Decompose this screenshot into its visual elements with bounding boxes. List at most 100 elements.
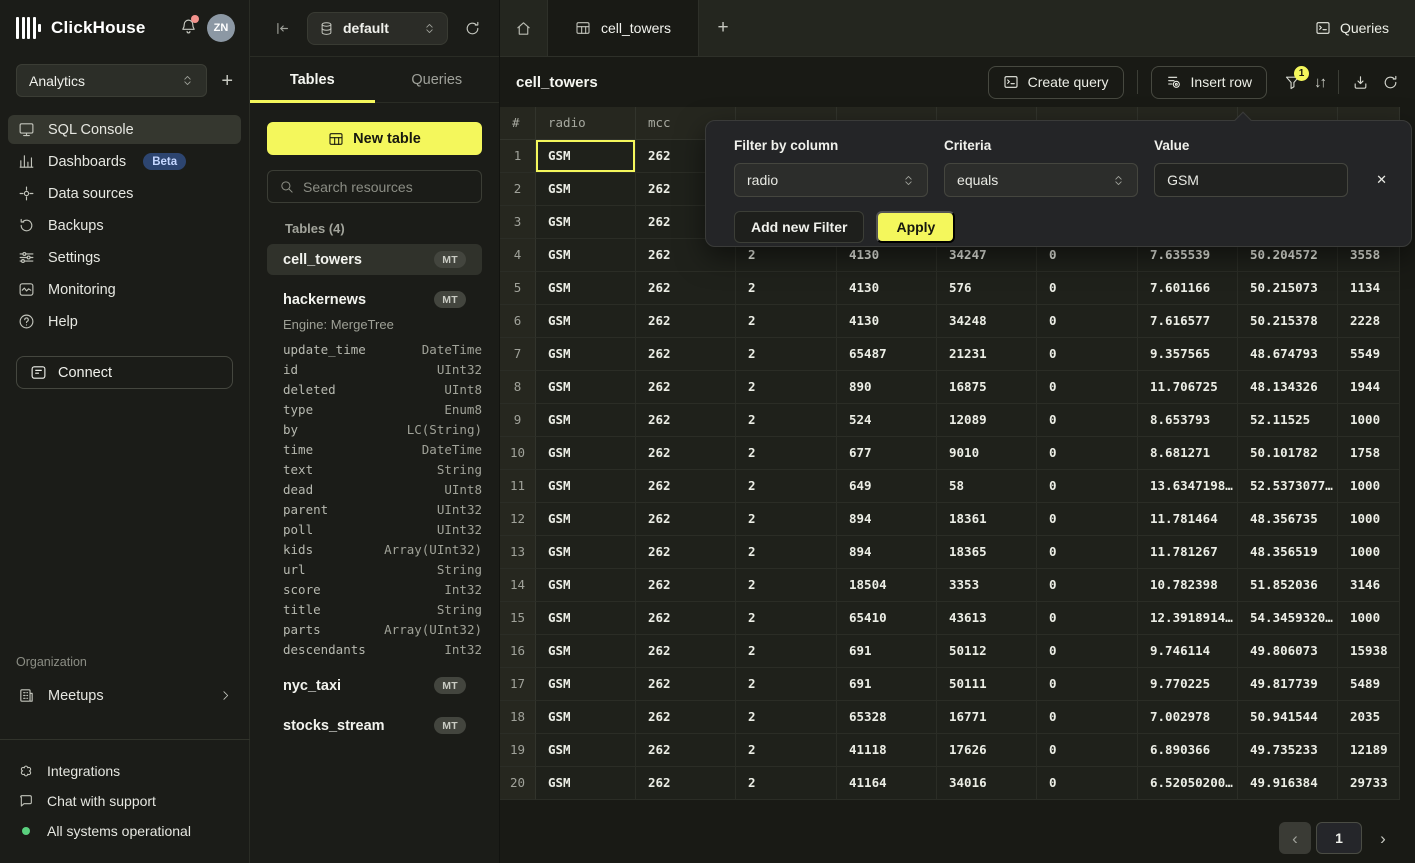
- queries-button[interactable]: Queries: [1289, 0, 1415, 56]
- table-cell[interactable]: 576: [937, 272, 1037, 305]
- table-cell[interactable]: 58: [937, 470, 1037, 503]
- table-cell[interactable]: GSM: [536, 272, 636, 305]
- table-cell[interactable]: 0: [1037, 404, 1138, 437]
- table-cell[interactable]: 65487: [837, 338, 937, 371]
- row-number[interactable]: 1: [500, 140, 536, 173]
- table-cell[interactable]: 34248: [937, 305, 1037, 338]
- table-cell[interactable]: GSM: [536, 536, 636, 569]
- table-cell[interactable]: 262: [636, 305, 736, 338]
- search-resources-box[interactable]: [267, 170, 482, 203]
- table-cell[interactable]: 262: [636, 767, 736, 800]
- table-cell[interactable]: 524: [837, 404, 937, 437]
- tab-tables[interactable]: Tables: [250, 57, 375, 102]
- table-cell[interactable]: 34016: [937, 767, 1037, 800]
- table-cell[interactable]: 262: [636, 371, 736, 404]
- table-cell[interactable]: 262: [636, 437, 736, 470]
- table-cell[interactable]: 649: [837, 470, 937, 503]
- table-cell[interactable]: 49.735233: [1238, 734, 1338, 767]
- table-cell[interactable]: 5549: [1338, 338, 1400, 371]
- table-cell[interactable]: 29733: [1338, 767, 1400, 800]
- table-cell[interactable]: 262: [636, 668, 736, 701]
- sidebar-item-data-sources[interactable]: Data sources: [8, 179, 241, 208]
- table-cell[interactable]: 691: [837, 635, 937, 668]
- tab-queries[interactable]: Queries: [375, 57, 500, 102]
- table-cell[interactable]: 49.916384: [1238, 767, 1338, 800]
- next-page-button[interactable]: ›: [1367, 822, 1399, 854]
- table-cell[interactable]: 9.746114: [1138, 635, 1238, 668]
- table-cell[interactable]: 0: [1037, 272, 1138, 305]
- table-cell[interactable]: 7.616577: [1138, 305, 1238, 338]
- table-cell[interactable]: GSM: [536, 140, 636, 173]
- table-cell[interactable]: 65328: [837, 701, 937, 734]
- table-cell[interactable]: 2: [736, 272, 837, 305]
- row-number[interactable]: 8: [500, 371, 536, 404]
- table-cell[interactable]: GSM: [536, 602, 636, 635]
- row-number[interactable]: 18: [500, 701, 536, 734]
- table-cell[interactable]: 52.5373077…: [1238, 470, 1338, 503]
- table-cell[interactable]: 50.101782: [1238, 437, 1338, 470]
- table-cell[interactable]: GSM: [536, 239, 636, 272]
- table-cell[interactable]: 0: [1037, 767, 1138, 800]
- row-number[interactable]: 9: [500, 404, 536, 437]
- row-number[interactable]: 7: [500, 338, 536, 371]
- table-cell[interactable]: 262: [636, 404, 736, 437]
- filter-value-field[interactable]: [1154, 163, 1348, 197]
- table-cell[interactable]: 52.11525: [1238, 404, 1338, 437]
- table-cell[interactable]: 2: [736, 668, 837, 701]
- search-input[interactable]: [303, 179, 470, 195]
- table-cell[interactable]: GSM: [536, 701, 636, 734]
- filter-button[interactable]: 1: [1284, 74, 1301, 91]
- table-cell[interactable]: 890: [837, 371, 937, 404]
- table-cell[interactable]: 262: [636, 536, 736, 569]
- table-list-item-cell-towers[interactable]: cell_towers MT: [267, 244, 482, 275]
- table-cell[interactable]: 49.806073: [1238, 635, 1338, 668]
- table-cell[interactable]: 0: [1037, 602, 1138, 635]
- table-cell[interactable]: 50.941544: [1238, 701, 1338, 734]
- table-cell[interactable]: 2228: [1338, 305, 1400, 338]
- table-cell[interactable]: 2: [736, 635, 837, 668]
- table-cell[interactable]: 0: [1037, 635, 1138, 668]
- table-cell[interactable]: 9.770225: [1138, 668, 1238, 701]
- table-cell[interactable]: GSM: [536, 206, 636, 239]
- row-number[interactable]: 17: [500, 668, 536, 701]
- table-cell[interactable]: 677: [837, 437, 937, 470]
- table-cell[interactable]: 11.781464: [1138, 503, 1238, 536]
- row-number[interactable]: 3: [500, 206, 536, 239]
- table-cell[interactable]: 262: [636, 470, 736, 503]
- table-cell[interactable]: 48.134326: [1238, 371, 1338, 404]
- table-cell[interactable]: 16875: [937, 371, 1037, 404]
- table-cell[interactable]: 49.817739: [1238, 668, 1338, 701]
- table-cell[interactable]: 4130: [837, 305, 937, 338]
- row-number[interactable]: 11: [500, 470, 536, 503]
- table-cell[interactable]: 9010: [937, 437, 1037, 470]
- table-cell[interactable]: 0: [1037, 536, 1138, 569]
- table-cell[interactable]: 8.653793: [1138, 404, 1238, 437]
- table-cell[interactable]: 2: [736, 437, 837, 470]
- table-cell[interactable]: 0: [1037, 734, 1138, 767]
- table-cell[interactable]: 262: [636, 635, 736, 668]
- table-cell[interactable]: 1000: [1338, 536, 1400, 569]
- table-cell[interactable]: 2: [736, 602, 837, 635]
- sidebar-item-meetups[interactable]: Meetups: [8, 681, 242, 710]
- row-number[interactable]: 6: [500, 305, 536, 338]
- create-query-button[interactable]: Create query: [988, 66, 1124, 99]
- table-list-item-nyc-taxi[interactable]: nyc_taxi MT: [267, 670, 482, 701]
- download-button[interactable]: [1352, 74, 1369, 91]
- table-list-item-stocks-stream[interactable]: stocks_stream MT: [267, 710, 482, 741]
- table-cell[interactable]: 12089: [937, 404, 1037, 437]
- table-cell[interactable]: 2: [736, 470, 837, 503]
- table-cell[interactable]: GSM: [536, 668, 636, 701]
- table-cell[interactable]: 50.215378: [1238, 305, 1338, 338]
- table-cell[interactable]: 11.706725: [1138, 371, 1238, 404]
- home-tab[interactable]: [500, 0, 548, 56]
- table-cell[interactable]: 65410: [837, 602, 937, 635]
- table-cell[interactable]: GSM: [536, 503, 636, 536]
- table-cell[interactable]: 18365: [937, 536, 1037, 569]
- table-cell[interactable]: 2: [736, 569, 837, 602]
- column-header[interactable]: radio: [536, 107, 636, 140]
- filter-criteria-select[interactable]: equals: [944, 163, 1138, 197]
- table-cell[interactable]: 2: [736, 305, 837, 338]
- table-cell[interactable]: GSM: [536, 371, 636, 404]
- avatar[interactable]: ZN: [207, 14, 235, 42]
- table-cell[interactable]: GSM: [536, 635, 636, 668]
